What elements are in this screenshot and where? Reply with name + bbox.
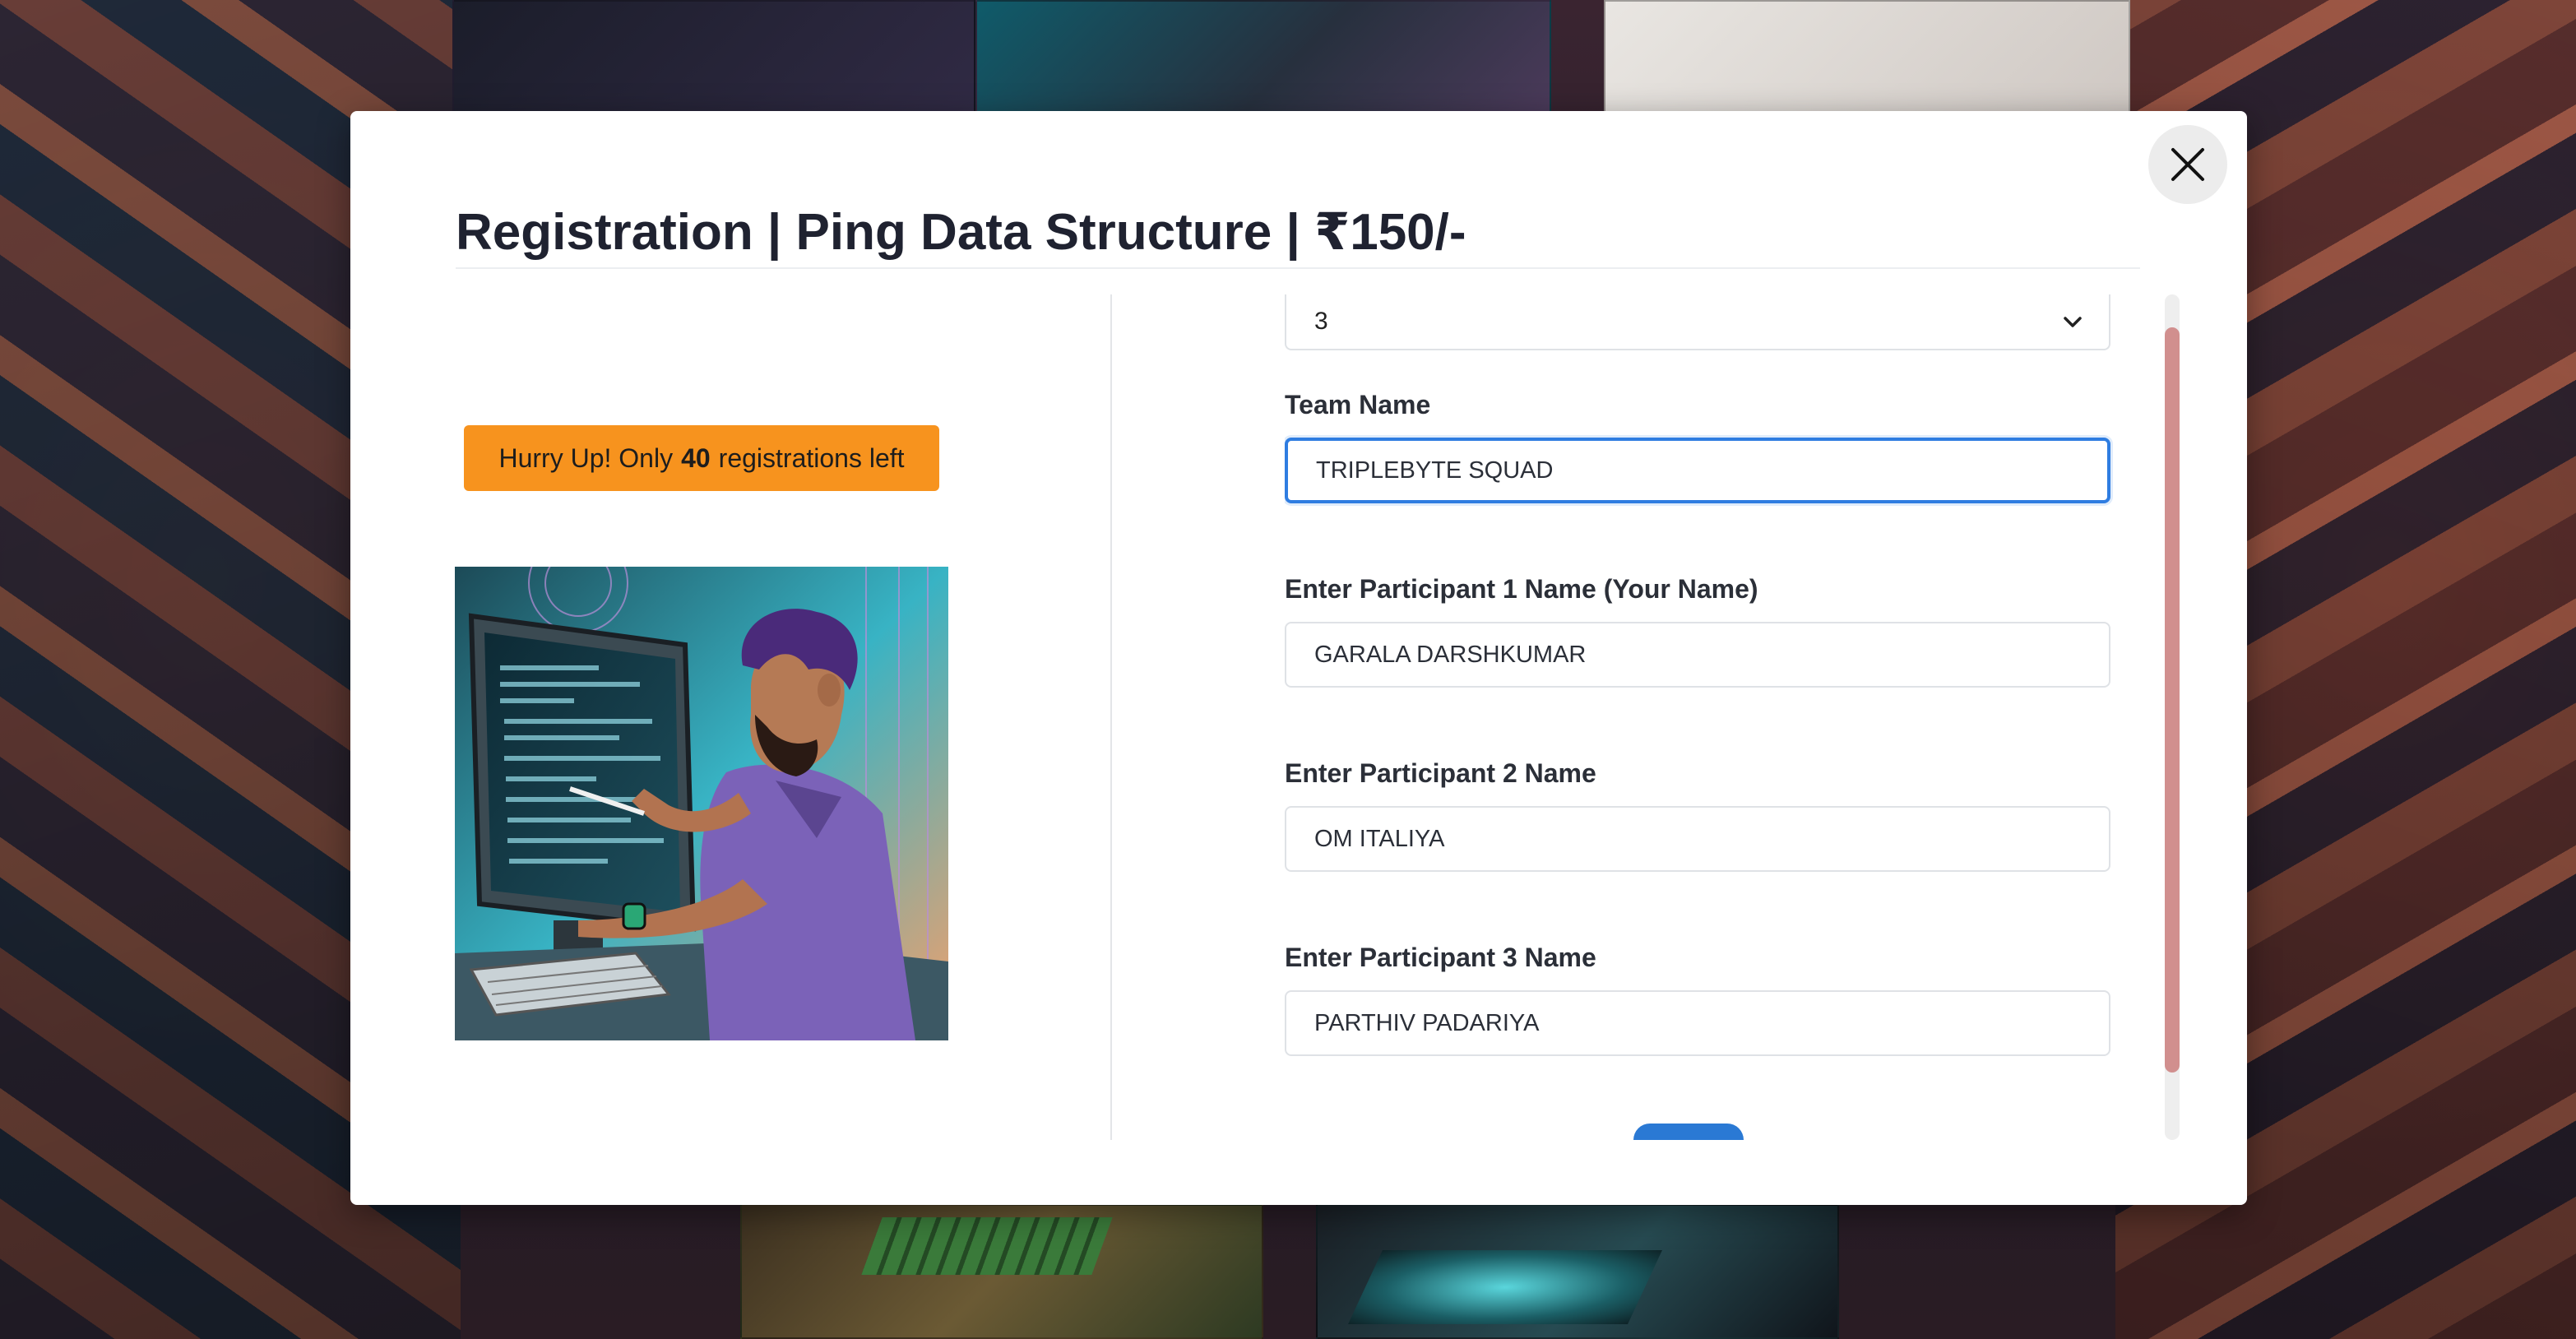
team-size-value: 3 [1314,308,1328,335]
participant-3-input[interactable] [1285,990,2110,1056]
participant-1-input[interactable] [1285,622,2110,688]
badge-suffix: registrations left [718,442,905,473]
form-scrollbar-thumb[interactable] [2165,327,2180,1073]
modal-title: Registration | Ping Data Structure | ₹15… [456,204,1466,261]
submit-button[interactable] [1633,1124,1744,1140]
developer-illustration [455,567,948,1040]
chevron-down-icon [2064,317,2082,327]
background-keyboard-art [861,1217,1113,1275]
title-divider [456,267,2140,269]
background-event-card [1604,0,2130,115]
registrations-left-badge: Hurry Up! Only 40 registrations left [464,425,939,491]
registrations-left-count: 40 [681,442,711,473]
background-tablet-art [1348,1250,1662,1324]
column-divider [1110,294,1112,1140]
team-name-label: Team Name [1285,390,1431,419]
participant-1-label: Enter Participant 1 Name (Your Name) [1285,574,1758,604]
background-event-card [452,0,975,115]
close-button[interactable] [2148,125,2227,204]
background-event-card [975,0,1551,115]
badge-prefix: Hurry Up! Only [498,442,674,473]
participant-2-label: Enter Participant 2 Name [1285,758,1596,788]
registration-form: 3 Team Name Enter Participant 1 Name (Yo… [1285,294,2114,1140]
form-scrollbar[interactable] [2165,294,2180,1140]
participant-2-input[interactable] [1285,806,2110,872]
developer-at-computer-illustration [455,567,948,1040]
participant-3-label: Enter Participant 3 Name [1285,943,1596,972]
team-name-input[interactable] [1285,438,2110,503]
team-size-select[interactable]: 3 [1285,294,2110,350]
close-icon [2171,148,2204,181]
